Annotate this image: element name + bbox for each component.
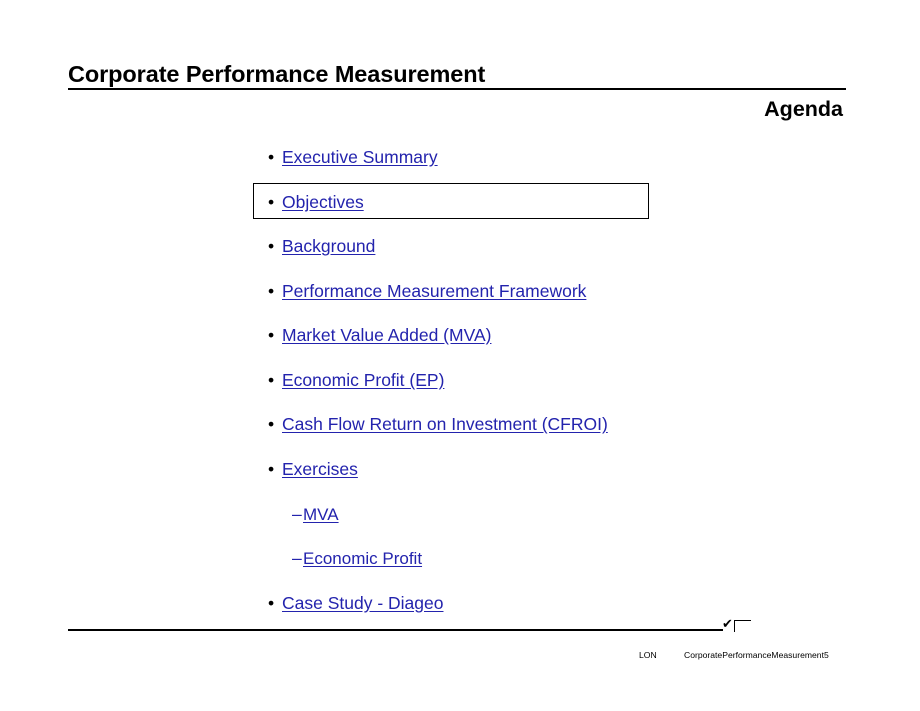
agenda-item-link[interactable]: Cash Flow Return on Investment (CFROI)	[282, 414, 608, 434]
footer-document-name: CorporatePerformanceMeasurement	[684, 650, 824, 660]
dash-marker-icon: –	[292, 548, 302, 568]
agenda-item-link[interactable]: Economic Profit	[303, 549, 422, 568]
agenda-item[interactable]: • Exercises	[268, 458, 358, 480]
bullet-marker-icon: •	[268, 192, 275, 212]
bullet-marker-icon: •	[268, 325, 275, 345]
agenda-item-link[interactable]: Executive Summary	[282, 147, 438, 167]
slide-canvas: Corporate Performance Measurement Agenda…	[0, 0, 920, 711]
agenda-item-link[interactable]: Case Study - Diageo	[282, 593, 443, 613]
agenda-item-link[interactable]: Objectives	[282, 192, 364, 212]
bullet-marker-icon: •	[268, 593, 275, 613]
dash-marker-icon: –	[292, 504, 302, 524]
footer-page-number: 5	[824, 650, 829, 660]
checkmark-icon: ✔	[722, 616, 733, 631]
agenda-item[interactable]: –Economic Profit	[292, 547, 422, 570]
agenda-item[interactable]: • Cash Flow Return on Investment (CFROI)	[268, 413, 608, 435]
agenda-list: • Executive Summary • Objectives • Background…	[0, 0, 920, 711]
agenda-item[interactable]: –MVA	[292, 503, 339, 526]
agenda-item-link[interactable]: Economic Profit (EP)	[282, 370, 444, 390]
corner-bracket-icon	[734, 620, 751, 632]
agenda-item-link[interactable]: Exercises	[282, 459, 358, 479]
footer-office-label: LON	[639, 650, 657, 660]
agenda-item[interactable]: • Objectives	[268, 191, 364, 213]
bullet-marker-icon: •	[268, 147, 275, 167]
agenda-item[interactable]: • Case Study - Diageo	[268, 592, 443, 614]
agenda-item-link[interactable]: Market Value Added (MVA)	[282, 325, 491, 345]
bullet-marker-icon: •	[268, 414, 275, 434]
agenda-item-link[interactable]: Performance Measurement Framework	[282, 281, 586, 301]
agenda-item-link[interactable]: Background	[282, 236, 375, 256]
agenda-item[interactable]: • Market Value Added (MVA)	[268, 324, 491, 346]
agenda-item[interactable]: • Economic Profit (EP)	[268, 369, 444, 391]
bullet-marker-icon: •	[268, 281, 275, 301]
bullet-marker-icon: •	[268, 370, 275, 390]
agenda-item[interactable]: • Performance Measurement Framework	[268, 280, 586, 302]
agenda-item[interactable]: • Executive Summary	[268, 146, 438, 168]
bullet-marker-icon: •	[268, 236, 275, 256]
bullet-marker-icon: •	[268, 459, 275, 479]
agenda-item-link[interactable]: MVA	[303, 505, 339, 524]
footer-divider	[68, 629, 723, 631]
agenda-item[interactable]: • Background	[268, 235, 375, 257]
